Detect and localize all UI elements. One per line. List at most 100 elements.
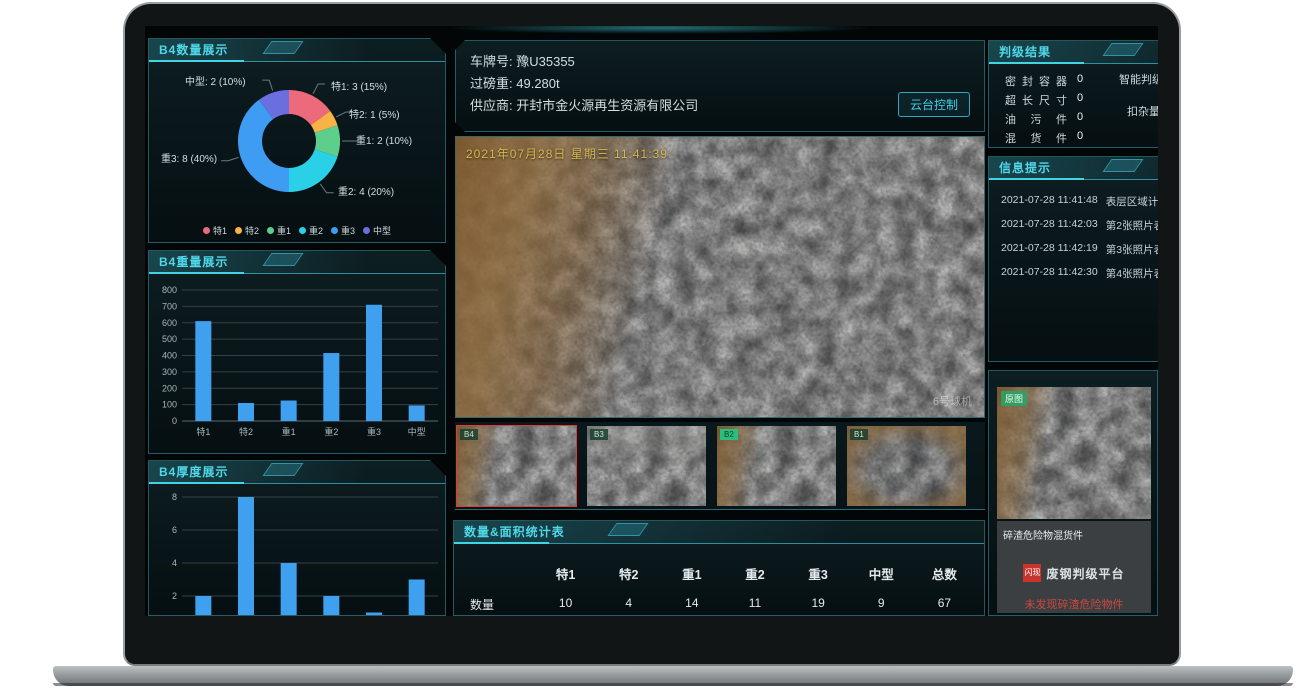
svg-text:重3: 重3	[367, 426, 381, 437]
thumbnail-B1[interactable]: B1	[847, 426, 966, 506]
donut-slice-重2	[289, 149, 338, 192]
camera-watermark: 6号球机	[933, 393, 972, 409]
log-time: 2021-07-28 11:42:03	[1001, 218, 1098, 233]
legend-dot	[363, 227, 370, 234]
legend-label: 重3	[341, 224, 355, 237]
thickness-bar-chart: 2468特1特2重1重2重3中型	[150, 485, 446, 616]
thumbnail-B3[interactable]: B3	[587, 426, 706, 506]
grading-item-value: 0	[1077, 111, 1083, 123]
bar-特2	[238, 497, 254, 616]
grading-panel-header: 判级结果	[989, 41, 1158, 64]
chart-legend: 特1 特2 重1 重2 重3 中型	[149, 224, 445, 237]
table-row-label: 数量	[462, 596, 534, 613]
table-header-cell-特2: 特2	[597, 564, 660, 583]
ptz-control-button[interactable]: 云台控制	[898, 92, 970, 117]
bar-中型	[409, 580, 425, 617]
donut-label-重2: 重2: 4 (20%)	[338, 183, 394, 198]
svg-text:100: 100	[162, 400, 177, 410]
legend-item-特1[interactable]: 特1	[203, 224, 227, 237]
weight-bar-chart: 0100200300400500600700800特1特2重1重2重3中型	[150, 275, 446, 453]
svg-text:6: 6	[172, 525, 177, 535]
table-header-cell-重3: 重3	[787, 564, 850, 583]
thumbnail-B2[interactable]: B2	[717, 426, 836, 506]
donut-label-特2: 特2: 1 (5%)	[349, 106, 400, 121]
detection-image[interactable]: 原图	[997, 387, 1151, 519]
donut-label-特1: 特1: 3 (15%)	[331, 78, 387, 93]
plate-label: 车牌号:	[470, 54, 513, 69]
legend-dot	[267, 227, 274, 234]
table-body: 数量104141119967面积	[454, 596, 984, 616]
grading-item-油污件: 油污件0	[1005, 111, 1067, 127]
table-cell: 4	[597, 596, 660, 613]
screen-glow-decoration	[445, 26, 875, 34]
quantity-panel-header: B4数量展示	[149, 39, 445, 62]
detection-panel: 原图 碎渣危险物混货件 闪现 废钢判级平台 未发现碎渣危险物件	[988, 370, 1158, 616]
thumbnail-tag: B4	[460, 429, 478, 440]
table-cell: 19	[787, 596, 850, 613]
svg-text:8: 8	[172, 492, 177, 502]
grading-item-value: 0	[1077, 130, 1083, 142]
photo-timestamp: 2021年07月28日 星期三 11:41:39	[466, 145, 668, 162]
thumbnail-strip: B4 B3 B2 B1	[455, 422, 985, 510]
plate-value: 豫U35355	[516, 54, 575, 69]
info-panel: 信息提示 2021-07-28 11:41:48表层区域计算成功2021-07-…	[988, 156, 1158, 362]
thumbnail-B4[interactable]: B4	[457, 426, 576, 506]
weight-panel-header: B4重量展示	[149, 251, 445, 274]
legend-dot	[299, 227, 306, 234]
grading-item-value: 0	[1077, 92, 1083, 104]
legend-dot	[203, 227, 210, 234]
detection-result-text: 未发现碎渣危险物件	[1003, 596, 1145, 612]
legend-item-重2[interactable]: 重2	[299, 224, 323, 237]
svg-text:重1: 重1	[282, 426, 296, 437]
stats-table-header: 数量&面积统计表	[454, 521, 984, 544]
table-cell: 10	[534, 596, 597, 613]
svg-text:300: 300	[162, 367, 177, 377]
legend-item-重1[interactable]: 重1	[267, 224, 291, 237]
donut-label-line	[313, 84, 325, 94]
donut-label-line	[221, 157, 238, 160]
log-time: 2021-07-28 11:41:48	[1001, 194, 1098, 209]
thumbnail-tag: B1	[850, 429, 868, 440]
grading-item-label: 油污件	[1005, 111, 1067, 127]
donut-label-重3: 重3: 8 (40%)	[161, 150, 217, 165]
thickness-panel-header: B4厚度展示	[149, 461, 445, 484]
photo-tint	[997, 387, 1151, 519]
svg-text:400: 400	[162, 351, 177, 361]
donut-label-重1: 重1: 2 (10%)	[356, 132, 412, 147]
svg-text:700: 700	[162, 301, 177, 311]
table-cell: 11	[723, 596, 786, 613]
bar-重1	[281, 563, 297, 616]
table-header-row: 特1特2重1重2重3中型总数	[454, 564, 984, 583]
log-text: 表层区域计算成功	[1106, 194, 1158, 209]
brand-logo-row: 闪现 废钢判级平台	[1003, 564, 1145, 582]
table-header-cell-总数: 总数	[913, 564, 976, 583]
legend-item-特2[interactable]: 特2	[235, 224, 259, 237]
legend-item-重3[interactable]: 重3	[331, 224, 355, 237]
table-header-cell-特1: 特1	[534, 564, 597, 583]
quantity-panel-title: B4数量展示	[149, 39, 228, 61]
legend-label: 中型	[373, 224, 391, 237]
donut-label-line	[320, 184, 333, 193]
thumbnail-tag: B2	[720, 429, 738, 440]
svg-text:重2: 重2	[324, 426, 338, 437]
grading-item-密封容器: 密封容器0	[1005, 73, 1067, 89]
quantity-panel: B4数量展示 特1: 3 (15%) 特2: 1 (5%) 重1: 2 (10%) 重…	[148, 38, 446, 243]
info-panel-header: 信息提示	[989, 157, 1158, 180]
log-text: 第3张照片表层开	[1106, 242, 1158, 257]
svg-text:特1: 特1	[196, 426, 210, 437]
log-item: 2021-07-28 11:41:48 表层区域计算成功	[1001, 194, 1158, 209]
svg-text:中型: 中型	[408, 426, 426, 437]
thickness-panel: B4厚度展示 2468特1特2重1重2重3中型	[148, 460, 446, 616]
table-cell: 9	[850, 596, 913, 613]
stats-table-panel: 数量&面积统计表 特1特2重1重2重3中型总数 数量104141119967面积	[453, 520, 985, 616]
bar-特1	[195, 596, 211, 616]
grading-panel-title: 判级结果	[989, 41, 1051, 63]
legend-dot	[331, 227, 338, 234]
grading-item-value: 0	[1077, 73, 1083, 85]
laptop-base	[53, 666, 1293, 686]
thickness-panel-title: B4厚度展示	[149, 461, 228, 483]
donut-label-line	[262, 80, 272, 90]
legend-item-中型[interactable]: 中型	[363, 224, 391, 237]
grading-extra-label-1: 扣杂量:	[1127, 103, 1158, 119]
log-item: 2021-07-28 11:42:30第4张照片表层开	[1001, 266, 1158, 281]
